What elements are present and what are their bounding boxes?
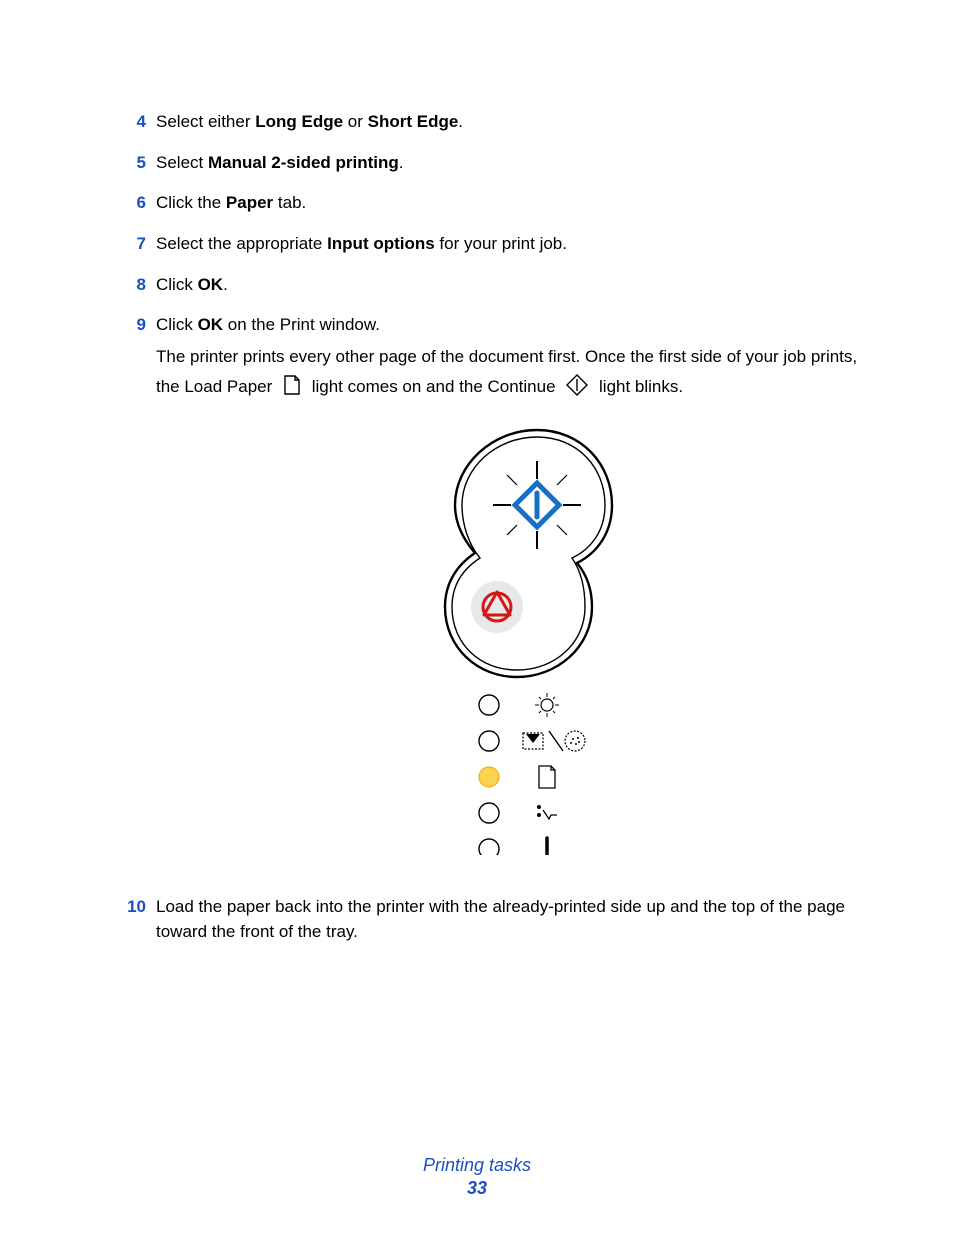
step-7: 7 Select the appropriate Input options fo… [96,232,858,273]
status-row-ready [479,693,559,717]
step-10: 10 Load the paper back into the printer w… [96,895,858,960]
footer-section-title: Printing tasks [0,1155,954,1176]
step-5: 5 Select Manual 2-sided printing. [96,151,858,192]
status-row-jam [479,803,557,823]
status-row-error [479,838,549,855]
status-row-load-paper [479,766,555,788]
step-9-note: The printer prints every other page of t… [156,342,858,402]
step-number: 4 [118,110,146,135]
status-row-toner [479,731,585,751]
step-number: 6 [118,191,146,216]
load-paper-icon [283,374,301,396]
step-number: 10 [108,895,146,920]
step-text: Click the Paper tab. [156,193,306,212]
step-text: Click OK on the Print window. [156,315,380,334]
step-number: 9 [118,313,146,338]
step-text: Load the paper back into the printer wit… [156,897,845,941]
step-8: 8 Click OK. [96,273,858,314]
step-text: Click OK. [156,275,228,294]
step-number: 8 [118,273,146,298]
footer-page-number: 33 [0,1178,954,1199]
page-footer: Printing tasks 33 [0,1155,954,1199]
printer-panel-diagram [397,415,617,855]
step-4: 4 Select either Long Edge or Short Edge. [96,110,858,151]
step-9: 9 Click OK on the Print window. The prin… [96,313,858,895]
step-text: Select the appropriate Input options for… [156,234,567,253]
step-6: 6 Click the Paper tab. [96,191,858,232]
step-number: 7 [118,232,146,257]
step-number: 5 [118,151,146,176]
instruction-list: 4Select either Long Edge or Short Edge. … [96,110,858,961]
continue-diamond-icon [566,374,588,396]
step-text: Select either Long Edge or Short Edge. [156,112,463,131]
step-text: Select Manual 2-sided printing. [156,153,404,172]
